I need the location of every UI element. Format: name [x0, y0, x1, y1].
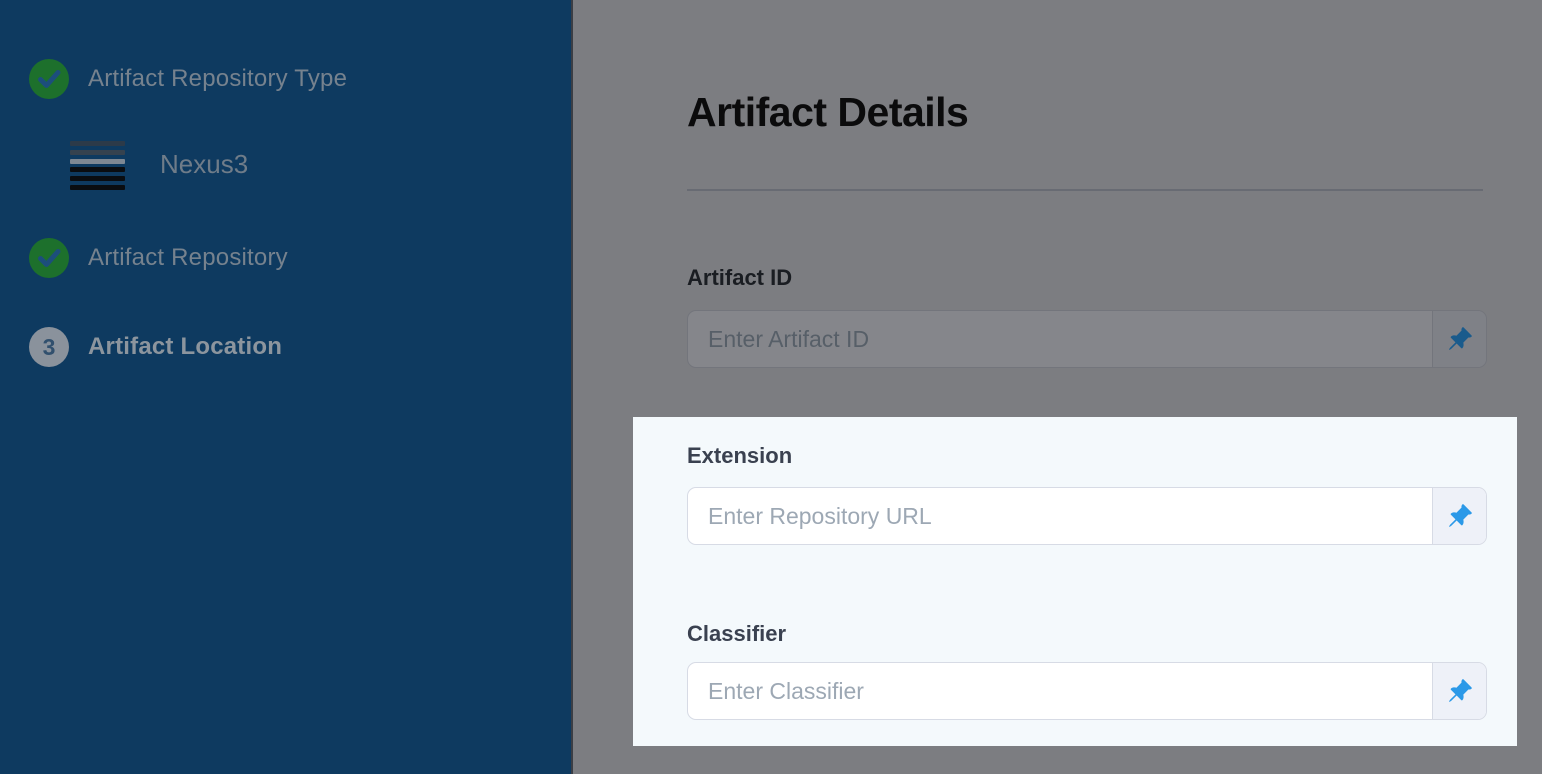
pin-icon-button[interactable]: [1432, 311, 1486, 367]
step-number-badge: 3: [29, 327, 69, 367]
sidebar-selected-repo-type[interactable]: Nexus3: [160, 149, 248, 180]
classifier-input-group: [687, 662, 1487, 720]
sidebar-step-label: Artifact Location: [88, 333, 282, 361]
sidebar-step-label: Artifact Repository: [88, 244, 288, 272]
pin-icon: [1447, 326, 1473, 352]
check-circle-icon: [29, 238, 69, 278]
artifact-id-input-group: [687, 310, 1487, 368]
sidebar-step-artifact-repository-type[interactable]: Artifact Repository Type: [29, 59, 347, 99]
page-title: Artifact Details: [687, 89, 968, 136]
classifier-label: Classifier: [687, 621, 786, 647]
extension-input-group: [687, 487, 1487, 545]
nexus3-logo-icon: [70, 141, 125, 190]
extension-input[interactable]: [688, 488, 1432, 544]
pin-icon: [1447, 678, 1473, 704]
artifact-wizard-screen: Artifact Repository Type Nexus3 Artifact…: [0, 0, 1542, 774]
pin-icon-button[interactable]: [1432, 488, 1486, 544]
extension-label: Extension: [687, 443, 792, 469]
wizard-sidebar: Artifact Repository Type Nexus3 Artifact…: [0, 0, 573, 774]
section-divider: [687, 189, 1483, 191]
sidebar-step-artifact-location[interactable]: 3 Artifact Location: [29, 327, 282, 367]
artifact-id-label: Artifact ID: [687, 265, 792, 291]
artifact-id-input[interactable]: [688, 311, 1432, 367]
classifier-input[interactable]: [688, 663, 1432, 719]
spotlight-highlight-region: Extension Classifier: [633, 417, 1517, 746]
sidebar-step-label: Artifact Repository Type: [88, 65, 347, 93]
pin-icon: [1447, 503, 1473, 529]
pin-icon-button[interactable]: [1432, 663, 1486, 719]
check-circle-icon: [29, 59, 69, 99]
sidebar-step-artifact-repository[interactable]: Artifact Repository: [29, 238, 288, 278]
